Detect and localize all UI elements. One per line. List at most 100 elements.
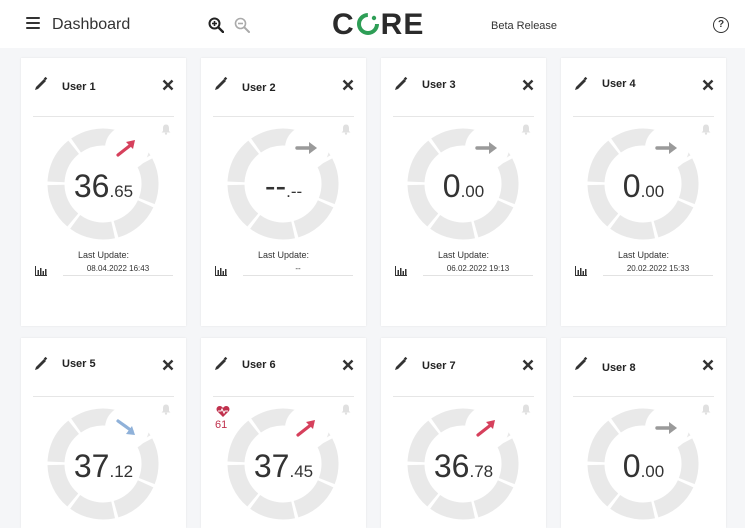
edit-icon[interactable]	[33, 356, 49, 377]
value-integer: 37	[253, 448, 290, 484]
logo-letters: RE	[380, 8, 425, 41]
close-icon[interactable]	[522, 358, 534, 376]
menu-icon[interactable]	[26, 17, 40, 29]
bell-icon[interactable]	[520, 402, 532, 420]
value-decimal: .65	[109, 182, 134, 201]
bell-icon[interactable]	[700, 402, 712, 420]
last-update-label: Last Update:	[77, 250, 130, 260]
trend-indicator	[105, 126, 149, 170]
user-card[interactable]: User 2 --.-- Last Update: --	[201, 58, 366, 326]
user-card[interactable]: User 5 37.12	[21, 338, 186, 528]
bar-chart-icon[interactable]	[575, 263, 587, 281]
user-name: User 8	[602, 362, 636, 374]
edit-icon[interactable]	[573, 356, 589, 377]
card-divider	[393, 396, 534, 397]
last-update-label: Last Update:	[257, 250, 310, 260]
close-icon[interactable]	[342, 78, 354, 96]
value-decimal: .12	[109, 462, 134, 481]
user-name: User 2	[242, 82, 276, 94]
bell-icon[interactable]	[520, 122, 532, 140]
temperature-value: 0.00	[561, 168, 726, 205]
temperature-value: 0.00	[561, 448, 726, 485]
help-icon[interactable]: ?	[713, 17, 729, 33]
value-integer: --	[264, 168, 287, 204]
bar-chart-icon[interactable]	[395, 263, 407, 281]
bell-icon[interactable]	[700, 122, 712, 140]
close-icon[interactable]	[702, 78, 714, 96]
edit-icon[interactable]	[393, 356, 409, 377]
edit-icon[interactable]	[213, 356, 229, 377]
bar-chart-icon[interactable]	[215, 263, 227, 281]
user-name: User 7	[422, 360, 456, 372]
bell-icon[interactable]	[340, 122, 352, 140]
value-decimal: .45	[289, 462, 314, 481]
temperature-value: 37.12	[21, 448, 186, 485]
value-decimal: .00	[640, 182, 665, 201]
last-update-date: 20.02.2022 15:33	[603, 264, 713, 276]
close-icon[interactable]	[522, 78, 534, 96]
value-integer: 36	[433, 448, 470, 484]
user-name: User 6	[242, 359, 276, 371]
trend-indicator	[105, 406, 149, 450]
bell-icon[interactable]	[340, 402, 352, 420]
trend-indicator	[285, 126, 329, 170]
value-integer: 0	[442, 168, 461, 204]
card-divider	[213, 396, 354, 397]
top-bar: Dashboard C RE Beta Release ?	[0, 0, 745, 48]
value-decimal: .00	[640, 462, 665, 481]
trend-indicator	[645, 406, 689, 450]
user-name: User 4	[602, 78, 636, 90]
close-icon[interactable]	[162, 358, 174, 376]
user-name: User 1	[62, 81, 96, 93]
temperature-value: 37.45	[201, 448, 366, 485]
temperature-value: 0.00	[381, 168, 546, 205]
user-card[interactable]: User 3 0.00 Last Update: 06.02.2022 19:13	[381, 58, 546, 326]
value-integer: 0	[622, 168, 641, 204]
last-update-date: 08.04.2022 16:43	[63, 264, 173, 276]
user-card[interactable]: User 7 36.78	[381, 338, 546, 528]
trend-indicator	[645, 126, 689, 170]
card-divider	[573, 116, 714, 117]
zoom-out-icon[interactable]	[234, 17, 250, 38]
user-card[interactable]: User 8 0.00	[561, 338, 726, 528]
user-name: User 5	[62, 358, 96, 370]
edit-icon[interactable]	[393, 76, 409, 97]
edit-icon[interactable]	[213, 76, 229, 97]
card-divider	[33, 396, 174, 397]
temperature-value: 36.78	[381, 448, 546, 485]
card-divider	[393, 116, 534, 117]
pulse-value: 61	[215, 419, 228, 431]
card-divider	[33, 116, 174, 117]
bell-icon[interactable]	[160, 402, 172, 420]
release-label: Beta Release	[491, 20, 558, 32]
page-title: Dashboard	[52, 16, 131, 33]
temperature-value: --.--	[201, 168, 366, 205]
last-update-date: --	[243, 264, 353, 276]
card-divider	[213, 116, 354, 117]
card-divider	[573, 396, 714, 397]
last-update-label: Last Update:	[437, 250, 490, 260]
close-icon[interactable]	[702, 358, 714, 376]
last-update-label: Last Update:	[617, 250, 670, 260]
bell-icon[interactable]	[160, 122, 172, 140]
logo-ring-icon	[356, 10, 380, 35]
logo-letter: C	[332, 8, 355, 41]
logo: C RE	[332, 8, 424, 42]
temperature-value: 36.65	[21, 168, 186, 205]
bar-chart-icon[interactable]	[35, 263, 47, 281]
trend-indicator	[285, 406, 329, 450]
edit-icon[interactable]	[33, 76, 49, 97]
user-card[interactable]: User 6 37.45 61	[201, 338, 366, 528]
close-icon[interactable]	[342, 358, 354, 376]
last-update-date: 06.02.2022 19:13	[423, 264, 533, 276]
user-card[interactable]: User 1 36.65 Last Update: 08.04.2022 16:43	[21, 58, 186, 326]
value-decimal: .00	[460, 182, 485, 201]
zoom-in-icon[interactable]	[208, 17, 225, 38]
edit-icon[interactable]	[573, 76, 589, 97]
value-integer: 37	[73, 448, 110, 484]
value-decimal: .--	[286, 182, 303, 201]
trend-indicator	[465, 126, 509, 170]
trend-indicator	[465, 406, 509, 450]
close-icon[interactable]	[162, 78, 174, 96]
user-card[interactable]: User 4 0.00 Last Update: 20.02.2022 15:33	[561, 58, 726, 326]
